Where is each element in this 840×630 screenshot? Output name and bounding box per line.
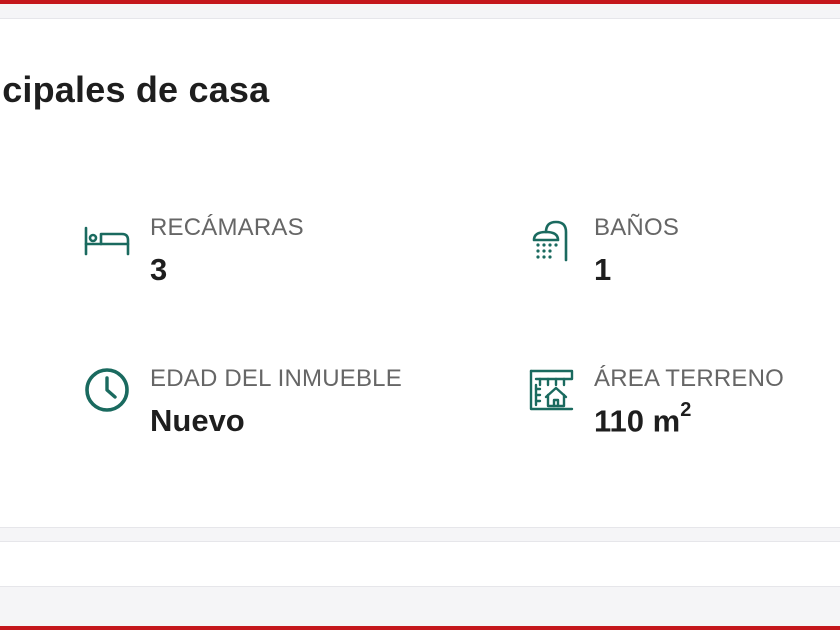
- features-card: ncipales de casa RECÁMARAS 3 BAÑOS 1 EDA…: [0, 18, 840, 528]
- feature-value: 1: [594, 252, 612, 287]
- feature-value: Nuevo: [150, 403, 245, 438]
- feature-label: RECÁMARAS: [150, 214, 304, 241]
- area-unit-exponent: 2: [680, 399, 692, 421]
- section-divider-strip: [0, 541, 840, 587]
- land-area-icon: [526, 365, 576, 415]
- land-area-number: 110 m: [594, 403, 681, 439]
- section-title: ncipales de casa: [0, 69, 270, 110]
- shower-icon: [526, 214, 576, 264]
- feature-label: BAÑOS: [594, 214, 680, 241]
- feature-value: 110 m2: [594, 399, 691, 439]
- clock-icon: [82, 365, 132, 415]
- bottom-accent-border: [0, 626, 840, 630]
- feature-label: EDAD DEL INMUEBLE: [150, 365, 402, 392]
- page-background: ncipales de casa RECÁMARAS 3 BAÑOS 1 EDA…: [0, 4, 840, 626]
- feature-label: ÁREA TERRENO: [594, 365, 785, 392]
- bed-icon: [82, 214, 132, 264]
- feature-value: 3: [150, 252, 168, 287]
